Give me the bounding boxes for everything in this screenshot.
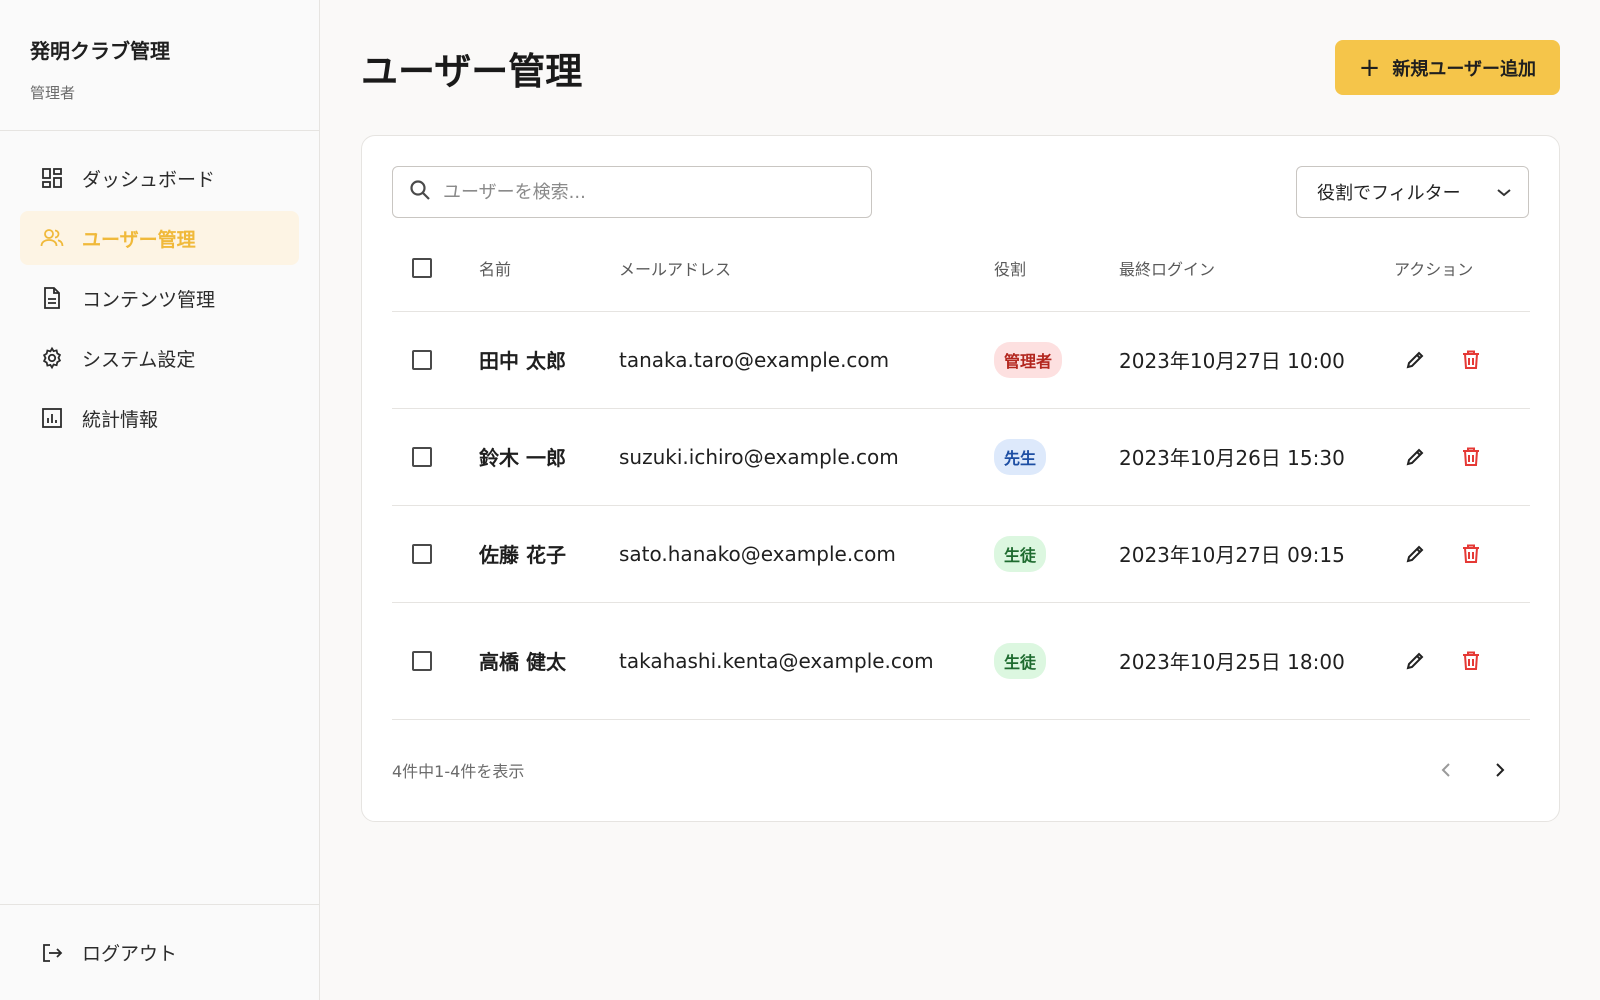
logout-label: ログアウト: [82, 943, 178, 965]
role-filter-select[interactable]: 役割でフィルター: [1296, 166, 1529, 218]
edit-icon[interactable]: [1404, 349, 1426, 371]
actions-cell: [1394, 311, 1530, 409]
pagination-info: 4件中1-4件を表示: [392, 761, 525, 781]
brand: 発明クラブ管理 管理者: [0, 0, 319, 131]
delete-icon[interactable]: [1460, 446, 1482, 468]
role-cell: 管理者: [994, 311, 1119, 409]
row-checkbox[interactable]: [412, 349, 432, 370]
user-name: 鈴木 一郎: [479, 408, 619, 506]
table-row: 鈴木 一郎 suzuki.ichiro@example.com 先生 2023年…: [392, 408, 1530, 506]
column-header-last-login[interactable]: 最終ログイン: [1119, 226, 1394, 312]
row-select-cell: [392, 505, 479, 603]
row-select-cell: [392, 311, 479, 409]
page-title: ユーザー管理: [361, 49, 583, 93]
role-badge: 生徒: [994, 535, 1047, 572]
column-header-actions: アクション: [1394, 226, 1530, 312]
page-header: ユーザー管理 + 新規ユーザー追加: [361, 40, 1560, 95]
brand-role: 管理者: [30, 84, 76, 102]
table-row: 田中 太郎 tanaka.taro@example.com 管理者 2023年1…: [392, 311, 1530, 409]
role-badge: 生徒: [994, 642, 1047, 679]
edit-icon[interactable]: [1404, 543, 1426, 565]
gear-icon: [40, 346, 64, 370]
user-name: 高橋 健太: [479, 602, 619, 720]
user-last-login: 2023年10月27日 09:15: [1119, 505, 1394, 603]
table-header-row: 名前 メールアドレス 役割 最終ログイン アクション: [392, 226, 1530, 312]
delete-icon[interactable]: [1460, 349, 1482, 371]
row-checkbox[interactable]: [412, 650, 432, 671]
table-row: 佐藤 花子 sato.hanako@example.com 生徒 2023年10…: [392, 505, 1530, 603]
column-header-role[interactable]: 役割: [994, 226, 1119, 312]
chevron-left-icon[interactable]: [1435, 759, 1457, 781]
sidebar-item-label: コンテンツ管理: [82, 288, 216, 311]
sidebar-item-label: システム設定: [82, 348, 196, 371]
chevron-down-icon: [1496, 182, 1512, 203]
actions-cell: [1394, 505, 1530, 603]
delete-icon[interactable]: [1460, 543, 1482, 565]
role-cell: 生徒: [994, 505, 1119, 603]
users-table: 名前 メールアドレス 役割 最終ログイン アクション 田中 太郎 tanaka.…: [392, 226, 1530, 720]
users-icon: [40, 226, 64, 250]
sidebar-footer: ログアウト: [0, 904, 319, 1000]
row-checkbox[interactable]: [412, 543, 432, 564]
sidebar-item-label: ダッシュボード: [82, 168, 216, 191]
edit-icon[interactable]: [1404, 446, 1426, 468]
role-filter-label: 役割でフィルター: [1317, 183, 1461, 204]
sidebar-nav: ダッシュボード ユーザー管理 コンテンツ管理 システム設定 統計情報: [0, 131, 319, 904]
bar-chart-icon: [40, 406, 64, 430]
user-last-login: 2023年10月26日 15:30: [1119, 408, 1394, 506]
add-user-button-label: 新規ユーザー追加: [1392, 58, 1536, 80]
logout-icon: [40, 941, 64, 965]
search-box[interactable]: [392, 166, 872, 218]
plus-icon: +: [1358, 52, 1381, 83]
app-root: 発明クラブ管理 管理者 ダッシュボード ユーザー管理 コンテンツ管理 システム設…: [0, 0, 1600, 1000]
sidebar-item-content[interactable]: コンテンツ管理: [20, 271, 299, 325]
table-toolbar: 役割でフィルター: [392, 166, 1529, 218]
sidebar-item-settings[interactable]: システム設定: [20, 331, 299, 385]
edit-icon[interactable]: [1404, 650, 1426, 672]
user-last-login: 2023年10月25日 18:00: [1119, 602, 1394, 720]
sidebar-item-dashboard[interactable]: ダッシュボード: [20, 151, 299, 205]
row-select-cell: [392, 408, 479, 506]
brand-title: 発明クラブ管理: [30, 39, 170, 63]
user-email: takahashi.kenta@example.com: [619, 602, 994, 720]
search-icon: [409, 179, 431, 205]
pagination-controls: [1435, 759, 1529, 781]
user-name: 田中 太郎: [479, 311, 619, 409]
main-content: ユーザー管理 + 新規ユーザー追加 役割でフィルター: [320, 0, 1600, 1000]
user-name: 佐藤 花子: [479, 505, 619, 603]
sidebar-item-statistics[interactable]: 統計情報: [20, 391, 299, 445]
sidebar-item-label: ユーザー管理: [82, 228, 196, 251]
table-row: 高橋 健太 takahashi.kenta@example.com 生徒 202…: [392, 602, 1530, 720]
sidebar-item-users[interactable]: ユーザー管理: [20, 211, 299, 265]
user-email: tanaka.taro@example.com: [619, 311, 994, 409]
role-badge: 先生: [994, 438, 1047, 475]
sidebar-item-label: 統計情報: [82, 408, 159, 431]
dashboard-grid-icon: [40, 166, 64, 190]
row-select-cell: [392, 602, 479, 720]
document-icon: [40, 286, 64, 310]
actions-cell: [1394, 602, 1530, 720]
role-badge: 管理者: [994, 341, 1063, 378]
select-all-checkbox[interactable]: [412, 258, 432, 279]
role-cell: 先生: [994, 408, 1119, 506]
role-cell: 生徒: [994, 602, 1119, 720]
user-last-login: 2023年10月27日 10:00: [1119, 311, 1394, 409]
column-header-name[interactable]: 名前: [479, 226, 619, 312]
chevron-right-icon[interactable]: [1489, 759, 1511, 781]
actions-cell: [1394, 408, 1530, 506]
user-email: sato.hanako@example.com: [619, 505, 994, 603]
user-email: suzuki.ichiro@example.com: [619, 408, 994, 506]
row-checkbox[interactable]: [412, 446, 432, 467]
users-card: 役割でフィルター 名前 メールアドレス: [361, 135, 1560, 822]
search-input[interactable]: [443, 181, 843, 203]
logout-button[interactable]: ログアウト: [40, 939, 177, 966]
column-header-email[interactable]: メールアドレス: [619, 226, 994, 312]
sidebar: 発明クラブ管理 管理者 ダッシュボード ユーザー管理 コンテンツ管理 システム設…: [0, 0, 320, 1000]
delete-icon[interactable]: [1460, 650, 1482, 672]
header-select-cell: [392, 226, 479, 312]
add-user-button[interactable]: + 新規ユーザー追加: [1334, 40, 1560, 95]
pagination: 4件中1-4件を表示: [392, 720, 1529, 820]
